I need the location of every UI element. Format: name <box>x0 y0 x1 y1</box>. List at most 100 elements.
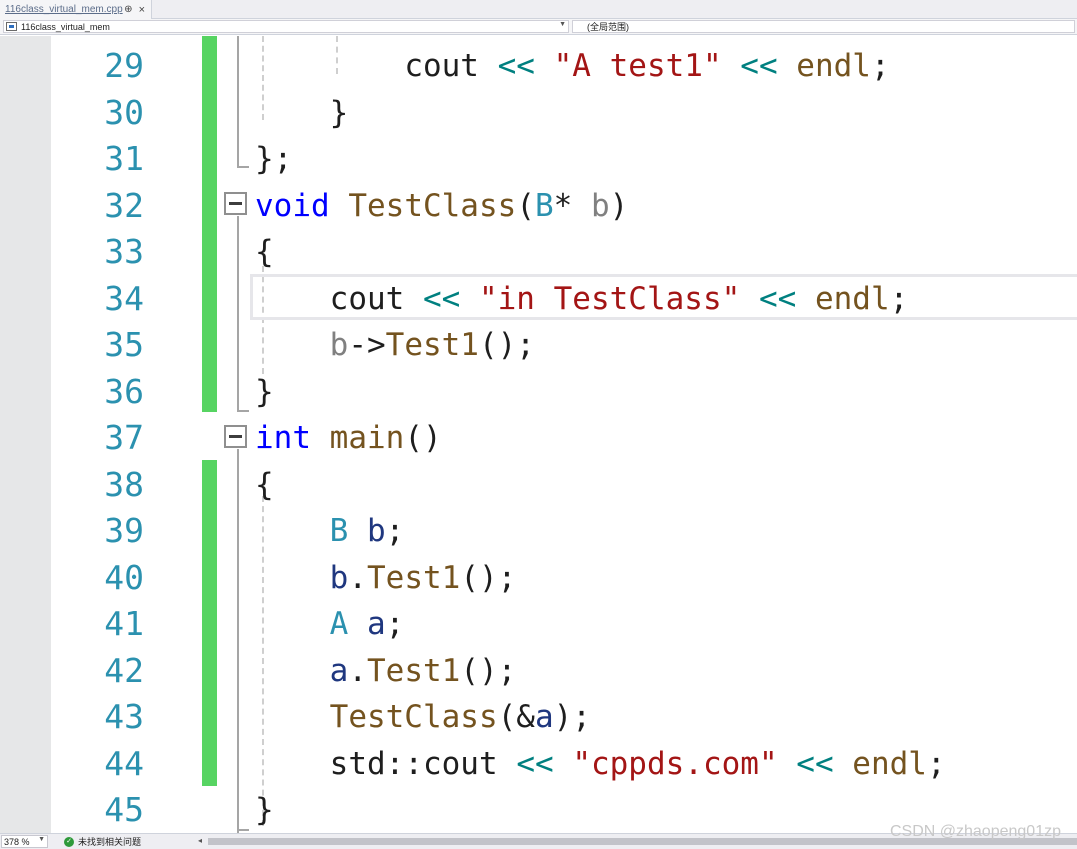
chevron-down-icon[interactable]: ▼ <box>38 836 45 843</box>
selection-margin[interactable] <box>0 36 51 833</box>
code-token: cout <box>329 280 405 317</box>
code-line[interactable]: a.Test1(); <box>255 648 517 694</box>
file-scope-dropdown[interactable]: 116class_virtual_mem ▼ <box>3 20 569 33</box>
outline-end <box>237 829 249 831</box>
code-token: a <box>367 606 386 642</box>
code-line[interactable]: }; <box>255 136 292 182</box>
code-token: cout <box>404 48 479 84</box>
code-token: "cppds.com" <box>572 745 778 782</box>
code-token: "A test1" <box>553 48 722 84</box>
code-token: Test1 <box>367 559 461 596</box>
code-token: int <box>255 420 311 456</box>
outline-line <box>237 36 239 168</box>
zoom-level: 378 % <box>4 836 30 847</box>
member-scope-dropdown[interactable]: (全局范围) <box>572 20 1075 33</box>
code-token: Test1 <box>385 327 479 363</box>
watermark: CSDN @zhaopeng01zp <box>889 823 1061 840</box>
scroll-left-icon[interactable]: ◂ <box>198 836 202 845</box>
code-token: a <box>329 652 349 689</box>
project-file-icon <box>6 22 17 31</box>
line-number-gutter: 29 30 31 32 33 34 35 36 37 38 39 40 41 42 43 44 45 <box>51 36 201 833</box>
line-number: 41 <box>104 604 144 643</box>
code-token: cout <box>422 745 498 782</box>
code-line[interactable]: int main() <box>255 415 442 461</box>
code-token: . <box>348 652 367 689</box>
outline-end <box>237 166 249 168</box>
code-line[interactable]: b->Test1(); <box>255 322 535 368</box>
file-scope-label: 116class_virtual_mem <box>21 21 110 32</box>
collapse-icon[interactable] <box>224 425 247 448</box>
code-token: ; <box>926 745 946 782</box>
line-number: 37 <box>104 418 144 457</box>
code-line[interactable]: b.Test1(); <box>255 555 517 601</box>
code-line[interactable]: } <box>255 90 349 136</box>
document-tab[interactable]: 116class_virtual_mem.cpp ⊕ × <box>0 0 152 19</box>
code-line[interactable]: B b; <box>255 508 405 554</box>
pin-icon[interactable]: ⊕ <box>124 4 132 15</box>
code-line[interactable]: { <box>255 462 274 508</box>
code-line[interactable]: cout << "in TestClass" << endl; <box>255 276 909 322</box>
code-token: * <box>553 187 591 224</box>
outline-end <box>237 410 249 412</box>
code-token: A <box>329 606 349 642</box>
change-indicator <box>202 460 217 786</box>
code-line[interactable]: { <box>255 229 274 275</box>
document-tab-title[interactable]: 116class_virtual_mem.cpp <box>5 4 124 15</box>
collapse-icon[interactable] <box>224 192 247 215</box>
code-token: } <box>255 373 274 410</box>
code-line[interactable]: TestClass(&a); <box>255 694 591 740</box>
chevron-down-icon[interactable]: ▼ <box>559 21 566 28</box>
code-token: ); <box>553 699 591 735</box>
code-line[interactable]: void TestClass(B* b) <box>255 183 628 229</box>
line-number: 29 <box>104 46 144 85</box>
code-token: (& <box>497 699 535 735</box>
code-token: endl <box>852 745 927 782</box>
code-line[interactable]: } <box>255 369 274 415</box>
code-line[interactable]: std::cout << "cppds.com" << endl; <box>255 741 946 787</box>
code-token: -> <box>348 327 386 363</box>
code-token: } <box>255 94 349 131</box>
line-number: 40 <box>104 557 144 597</box>
issues-label: 未找到相关问题 <box>78 837 142 847</box>
line-number: 30 <box>104 92 144 132</box>
zoom-dropdown[interactable]: 378 % ▼ <box>1 835 48 848</box>
code-token: << <box>422 280 461 317</box>
code-token: b <box>329 327 349 363</box>
code-token: ; <box>385 513 405 549</box>
code-token: { <box>255 234 274 270</box>
code-token: (); <box>460 559 517 596</box>
code-token: endl <box>814 280 890 317</box>
code-token: << <box>758 280 797 317</box>
code-token: std <box>329 745 386 782</box>
code-line[interactable]: } <box>255 787 274 833</box>
code-token: ; <box>385 606 405 642</box>
issues-indicator[interactable]: ✓ 未找到相关问题 <box>64 835 141 848</box>
close-icon[interactable]: × <box>139 4 145 16</box>
code-editor[interactable]: 29 30 31 32 33 34 35 36 37 38 39 40 41 42 43 44 45 cout … <box>0 36 1077 833</box>
line-number: 45 <box>104 790 144 829</box>
code-line[interactable]: A a; <box>255 601 405 647</box>
line-number: 36 <box>104 371 144 411</box>
code-line[interactable]: cout << "A test1" << endl; <box>255 43 889 89</box>
code-token: << <box>516 745 554 782</box>
document-tab-strip: 116class_virtual_mem.cpp ⊕ × <box>0 0 1077 19</box>
member-scope-label: (全局范围) <box>587 22 629 32</box>
line-number: 34 <box>104 278 144 318</box>
